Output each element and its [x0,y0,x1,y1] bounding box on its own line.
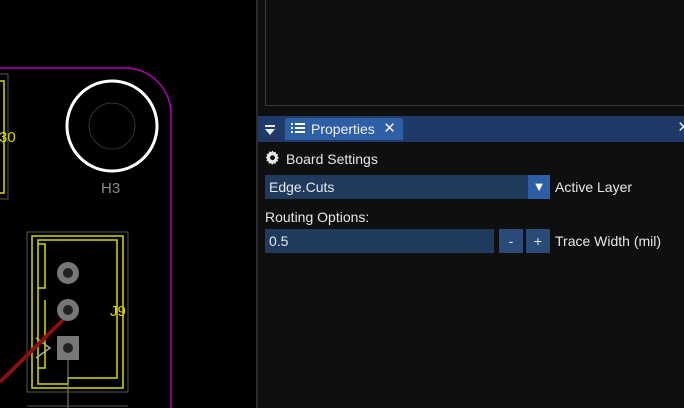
active-layer-value: Edge.Cuts [269,179,335,195]
h3-label: H3 [101,180,120,197]
upper-panel-frame [265,0,684,106]
trace-width-value: 0.5 [269,233,289,249]
tab-label: Properties [311,121,375,137]
tab-bar: Properties ✕ ✕ [258,116,684,142]
dropdown-menu-icon[interactable] [260,120,280,140]
pad-2-drill [63,305,73,315]
chevron-down-icon[interactable]: ▼ [528,175,550,199]
properties-panel: Board Settings Edge.Cuts ▼ Active Layer … [258,142,684,408]
active-layer-select[interactable]: Edge.Cuts ▼ [265,175,550,199]
routing-options-title: Routing Options: [265,209,370,225]
j9-label: J9 [110,303,126,320]
close-icon[interactable]: ✕ [383,118,396,140]
close-icon[interactable]: ✕ [677,118,684,136]
trace-width-label: Trace Width (mil) [555,233,662,249]
increment-button[interactable]: + [526,229,550,253]
tab-properties[interactable]: Properties ✕ [285,118,403,140]
ref-label-partial: 30 [0,129,16,146]
section-title: Board Settings [286,151,378,167]
upper-panel [258,0,684,116]
section-header[interactable]: Board Settings [265,150,378,168]
pad-1-drill [63,343,73,353]
decrement-button[interactable]: - [499,229,523,253]
list-icon [291,118,305,140]
gear-icon [265,150,280,168]
pcb-canvas[interactable]: 30 H3 J9 [0,0,256,408]
trace-width-input[interactable]: 0.5 [265,229,494,253]
active-layer-label: Active Layer [555,179,633,195]
pad-3-drill [63,268,73,278]
